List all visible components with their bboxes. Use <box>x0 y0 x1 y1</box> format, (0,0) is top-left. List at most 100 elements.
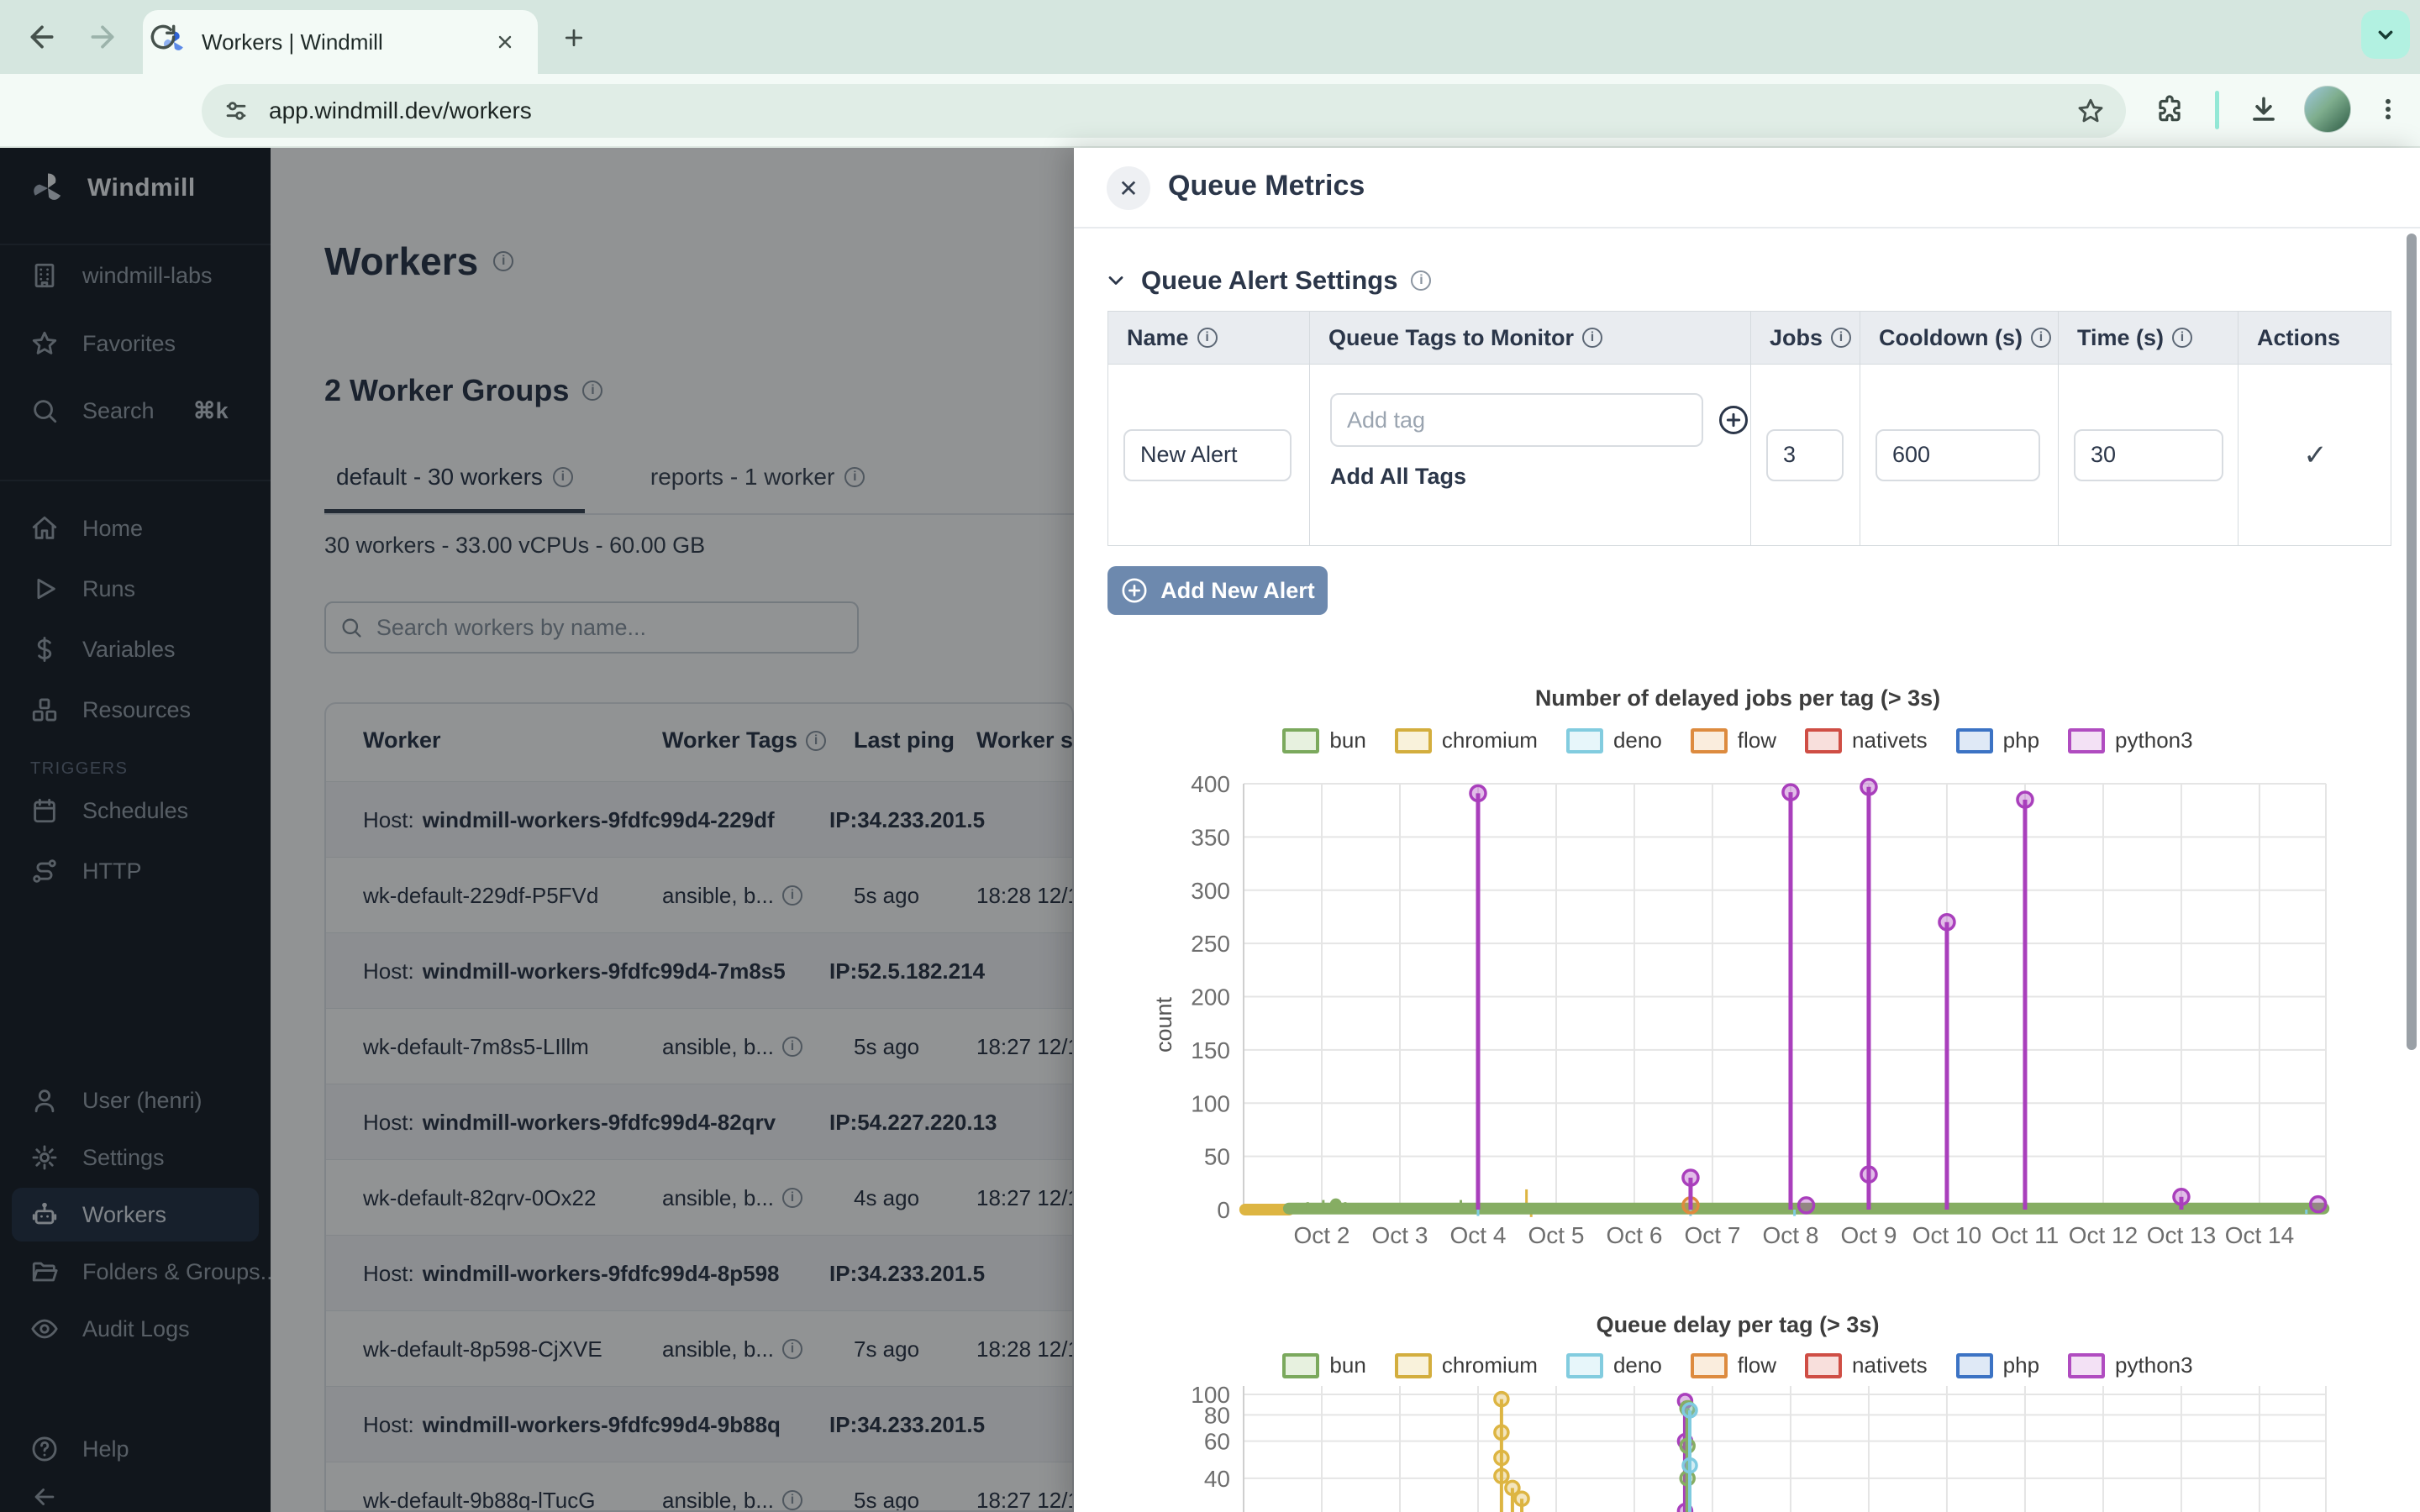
chart1-title: Number of delayed jobs per tag (> 3s) <box>1124 685 2351 711</box>
confirm-check-icon[interactable]: ✓ <box>2303 438 2328 472</box>
legend-label: php <box>2003 727 2039 753</box>
legend-swatch <box>1282 728 1319 753</box>
legend-item[interactable]: python3 <box>2068 727 2193 753</box>
legend-swatch <box>1691 728 1728 753</box>
drawer-backdrop[interactable] <box>0 148 1074 1512</box>
delayed-jobs-chart: 050100150200250300350400Oct 2Oct 3Oct 4O… <box>1143 773 2353 1260</box>
svg-text:100: 100 <box>1191 1090 1230 1116</box>
info-icon[interactable]: i <box>1411 270 1431 291</box>
legend-label: deno <box>1613 1352 1662 1378</box>
time-input[interactable] <box>2074 429 2223 481</box>
toolbar-separator <box>2215 91 2219 129</box>
app-frame: Windmill windmill-labs Favorites Search … <box>0 148 2420 1512</box>
close-icon[interactable]: ✕ <box>1107 166 1150 210</box>
info-icon[interactable]: i <box>2172 328 2192 348</box>
legend-label: python3 <box>2115 1352 2193 1378</box>
forward-button[interactable] <box>84 18 121 55</box>
info-icon[interactable]: i <box>1582 328 1602 348</box>
svg-text:300: 300 <box>1191 878 1230 904</box>
browser-tab[interactable]: Workers | Windmill <box>143 10 538 74</box>
series-chromium <box>1495 1393 1528 1512</box>
add-all-tags-link[interactable]: Add All Tags <box>1330 464 1750 490</box>
add-tag-input[interactable] <box>1330 393 1703 447</box>
legend-swatch <box>2068 1353 2105 1378</box>
legend-item[interactable]: php <box>1956 727 2039 753</box>
new-tab-button[interactable] <box>555 18 593 57</box>
alert-actions-cell: ✓ <box>2238 364 2392 545</box>
screen: Workers | Windmill app.windmill.dev/work… <box>0 0 2420 1512</box>
legend-item[interactable]: php <box>1956 1352 2039 1378</box>
profile-avatar[interactable] <box>2304 86 2351 133</box>
url-bar[interactable]: app.windmill.dev/workers <box>202 84 2126 138</box>
legend-item[interactable]: chromium <box>1395 727 1538 753</box>
svg-text:80: 80 <box>1204 1402 1230 1428</box>
alert-name-input[interactable] <box>1123 429 1292 481</box>
legend-swatch <box>1395 728 1432 753</box>
add-new-alert-button[interactable]: Add New Alert <box>1107 566 1328 615</box>
tab-search-chevron-button[interactable] <box>2361 10 2410 59</box>
legend-swatch <box>1805 728 1842 753</box>
svg-text:Oct 11: Oct 11 <box>1991 1222 2059 1248</box>
alert-jobs-cell <box>1750 364 1860 545</box>
legend-label: chromium <box>1442 1352 1538 1378</box>
legend-item[interactable]: chromium <box>1395 1352 1538 1378</box>
tab-close-icon[interactable] <box>491 28 519 56</box>
site-settings-icon[interactable] <box>222 97 250 125</box>
chevron-down-icon[interactable] <box>1104 269 1128 292</box>
svg-text:Oct 4: Oct 4 <box>1450 1222 1507 1248</box>
alert-tags-cell: Add All Tags <box>1309 364 1750 545</box>
info-icon[interactable]: i <box>2031 328 2051 348</box>
col-jobs: Jobsi <box>1750 312 1860 364</box>
legend-swatch <box>1395 1353 1432 1378</box>
legend-item[interactable]: deno <box>1566 1352 1662 1378</box>
legend-label: nativets <box>1852 727 1928 753</box>
jobs-input[interactable] <box>1766 429 1844 481</box>
cooldown-input[interactable] <box>1876 429 2040 481</box>
info-icon[interactable]: i <box>1831 328 1851 348</box>
legend-item[interactable]: nativets <box>1805 727 1928 753</box>
svg-text:50: 50 <box>1204 1144 1230 1170</box>
legend-label: nativets <box>1852 1352 1928 1378</box>
legend-item[interactable]: deno <box>1566 727 1662 753</box>
chart2-title: Queue delay per tag (> 3s) <box>1124 1312 2351 1338</box>
queue-metrics-drawer: ✕ Queue Metrics Queue Alert Settings i N… <box>1074 148 2420 1512</box>
add-tag-plus-icon[interactable] <box>1717 403 1750 437</box>
downloads-icon[interactable] <box>2242 87 2286 131</box>
drawer-scrollbar-thumb[interactable] <box>2407 234 2417 1050</box>
legend-label: python3 <box>2115 727 2193 753</box>
tab-title: Workers | Windmill <box>202 29 476 55</box>
legend-item[interactable]: flow <box>1691 1352 1776 1378</box>
extensions-puzzle-icon[interactable] <box>2148 87 2191 131</box>
svg-text:Oct 13: Oct 13 <box>2147 1222 2216 1248</box>
legend-item[interactable]: bun <box>1282 1352 1365 1378</box>
alert-time-cell <box>2058 364 2238 545</box>
reload-button[interactable] <box>145 18 182 55</box>
legend-label: flow <box>1738 1352 1776 1378</box>
svg-text:250: 250 <box>1191 931 1230 957</box>
back-button[interactable] <box>24 18 60 55</box>
browser-menu-kebab-icon[interactable] <box>2366 87 2410 131</box>
url-text: app.windmill.dev/workers <box>269 97 2057 124</box>
svg-text:60: 60 <box>1204 1429 1230 1455</box>
svg-text:Oct 7: Oct 7 <box>1685 1222 1741 1248</box>
legend-swatch <box>1566 728 1603 753</box>
svg-text:400: 400 <box>1191 773 1230 797</box>
svg-text:Oct 9: Oct 9 <box>1841 1222 1897 1248</box>
alert-table-header: Namei Queue Tags to Monitori Jobsi Coold… <box>1108 312 2391 364</box>
info-icon[interactable]: i <box>1197 328 1218 348</box>
col-queue-tags: Queue Tags to Monitori <box>1309 312 1750 364</box>
svg-text:Oct 8: Oct 8 <box>1763 1222 1819 1248</box>
alert-table-row: Add All Tags ✓ <box>1108 364 2391 545</box>
svg-text:200: 200 <box>1191 984 1230 1011</box>
legend-item[interactable]: bun <box>1282 727 1365 753</box>
legend-item[interactable]: python3 <box>2068 1352 2193 1378</box>
svg-text:Oct 10: Oct 10 <box>1912 1222 1981 1248</box>
legend-item[interactable]: nativets <box>1805 1352 1928 1378</box>
legend-item[interactable]: flow <box>1691 727 1776 753</box>
svg-text:0: 0 <box>1217 1197 1230 1223</box>
legend-swatch <box>1805 1353 1842 1378</box>
svg-text:Oct 3: Oct 3 <box>1372 1222 1428 1248</box>
bookmark-star-icon[interactable] <box>2075 96 2106 126</box>
chart2-legend: bun chromium deno flow nativets php python3 <box>1124 1352 2351 1378</box>
queue-delay-chart: 100806040 <box>1143 1386 2353 1512</box>
